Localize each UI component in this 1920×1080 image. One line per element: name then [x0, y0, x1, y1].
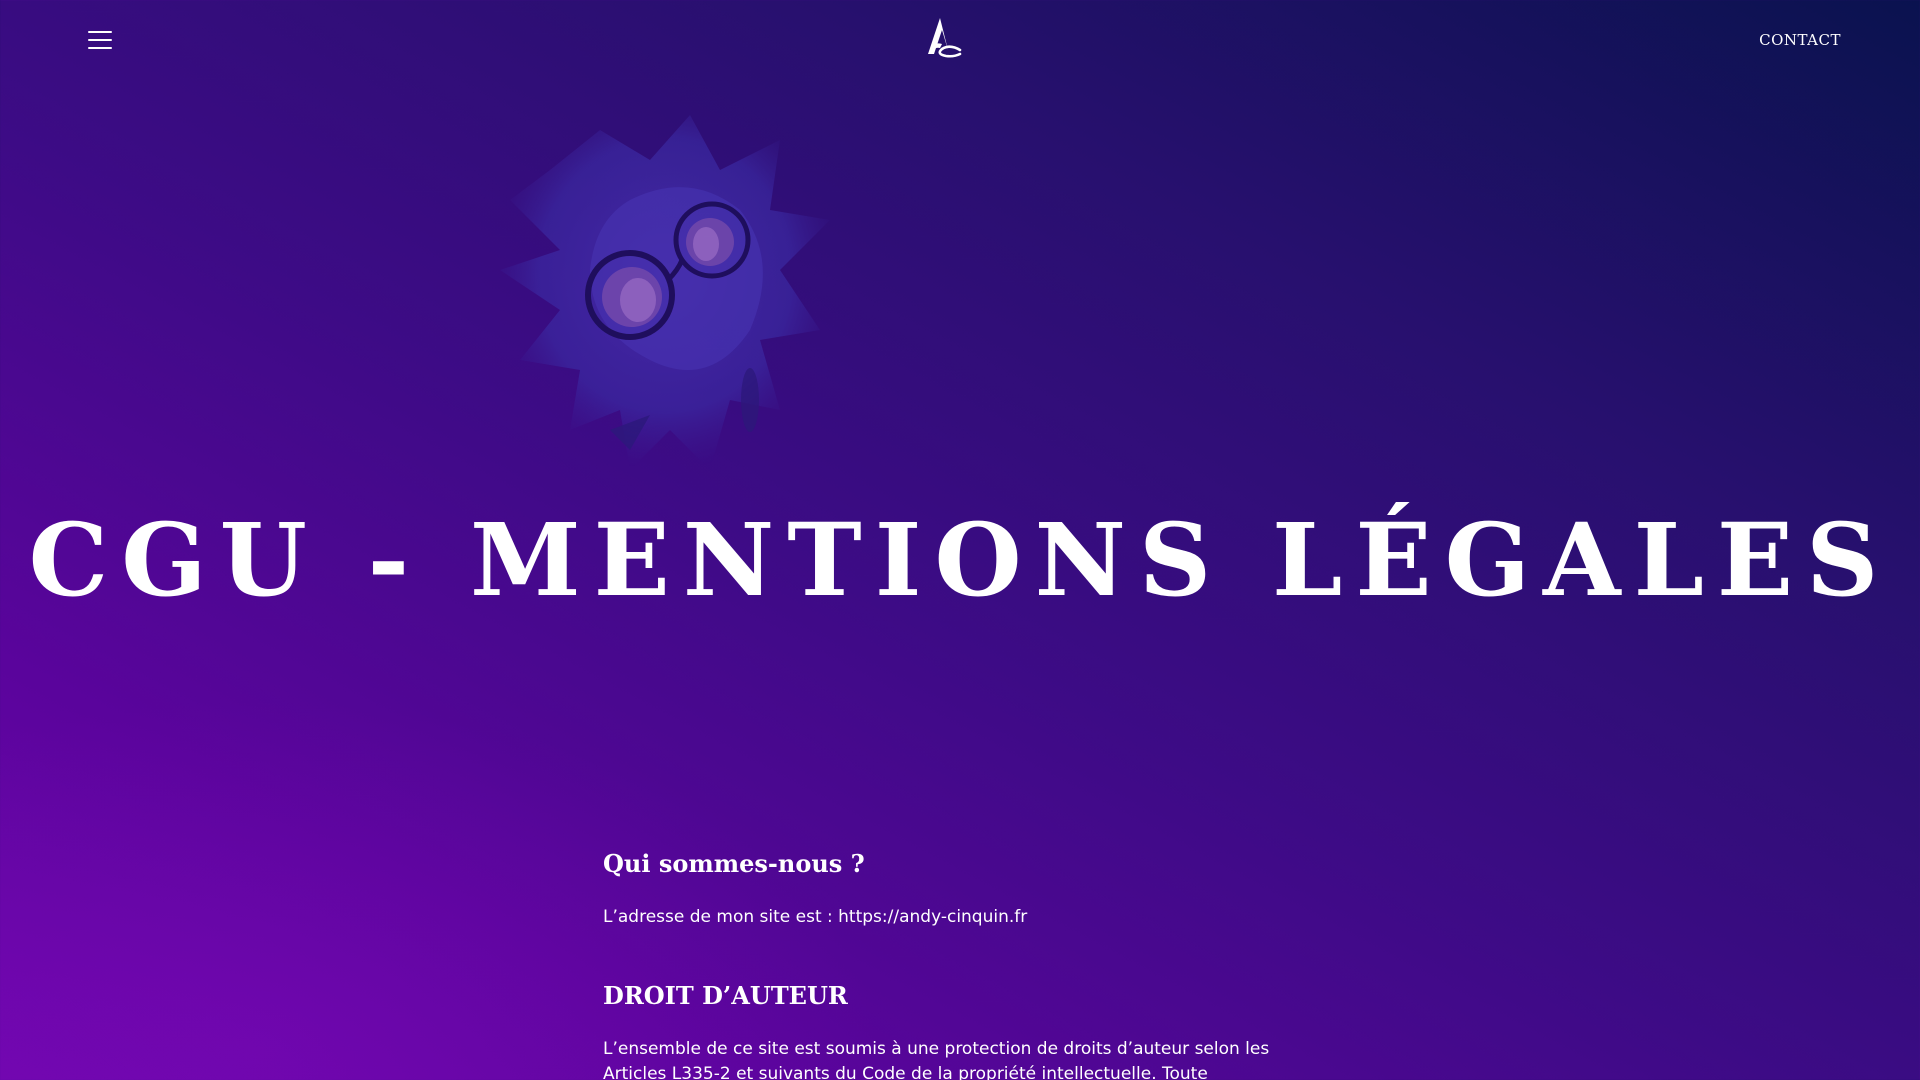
menu-bar-middle: [88, 39, 112, 41]
contact-link[interactable]: CONTACT: [1759, 31, 1841, 49]
section-heading-copyright: DROIT D’AUTEUR: [603, 981, 848, 1010]
owl-illustration: [500, 115, 830, 470]
menu-bar-top: [88, 31, 112, 33]
page-title: CGU - MENTIONS LÉGALES: [28, 501, 1892, 619]
ac-monogram-logo: [928, 18, 962, 58]
hamburger-menu-icon[interactable]: [80, 24, 120, 56]
site-logo-icon[interactable]: [922, 16, 962, 60]
menu-bar-bottom: [88, 47, 112, 49]
section-text-copyright: L’ensemble de ce site est soumis à une p…: [603, 1039, 1270, 1080]
section-heading-who: Qui sommes-nous ?: [603, 849, 865, 878]
section-text-site-address: L’adresse de mon site est : https://andy…: [603, 907, 1028, 927]
